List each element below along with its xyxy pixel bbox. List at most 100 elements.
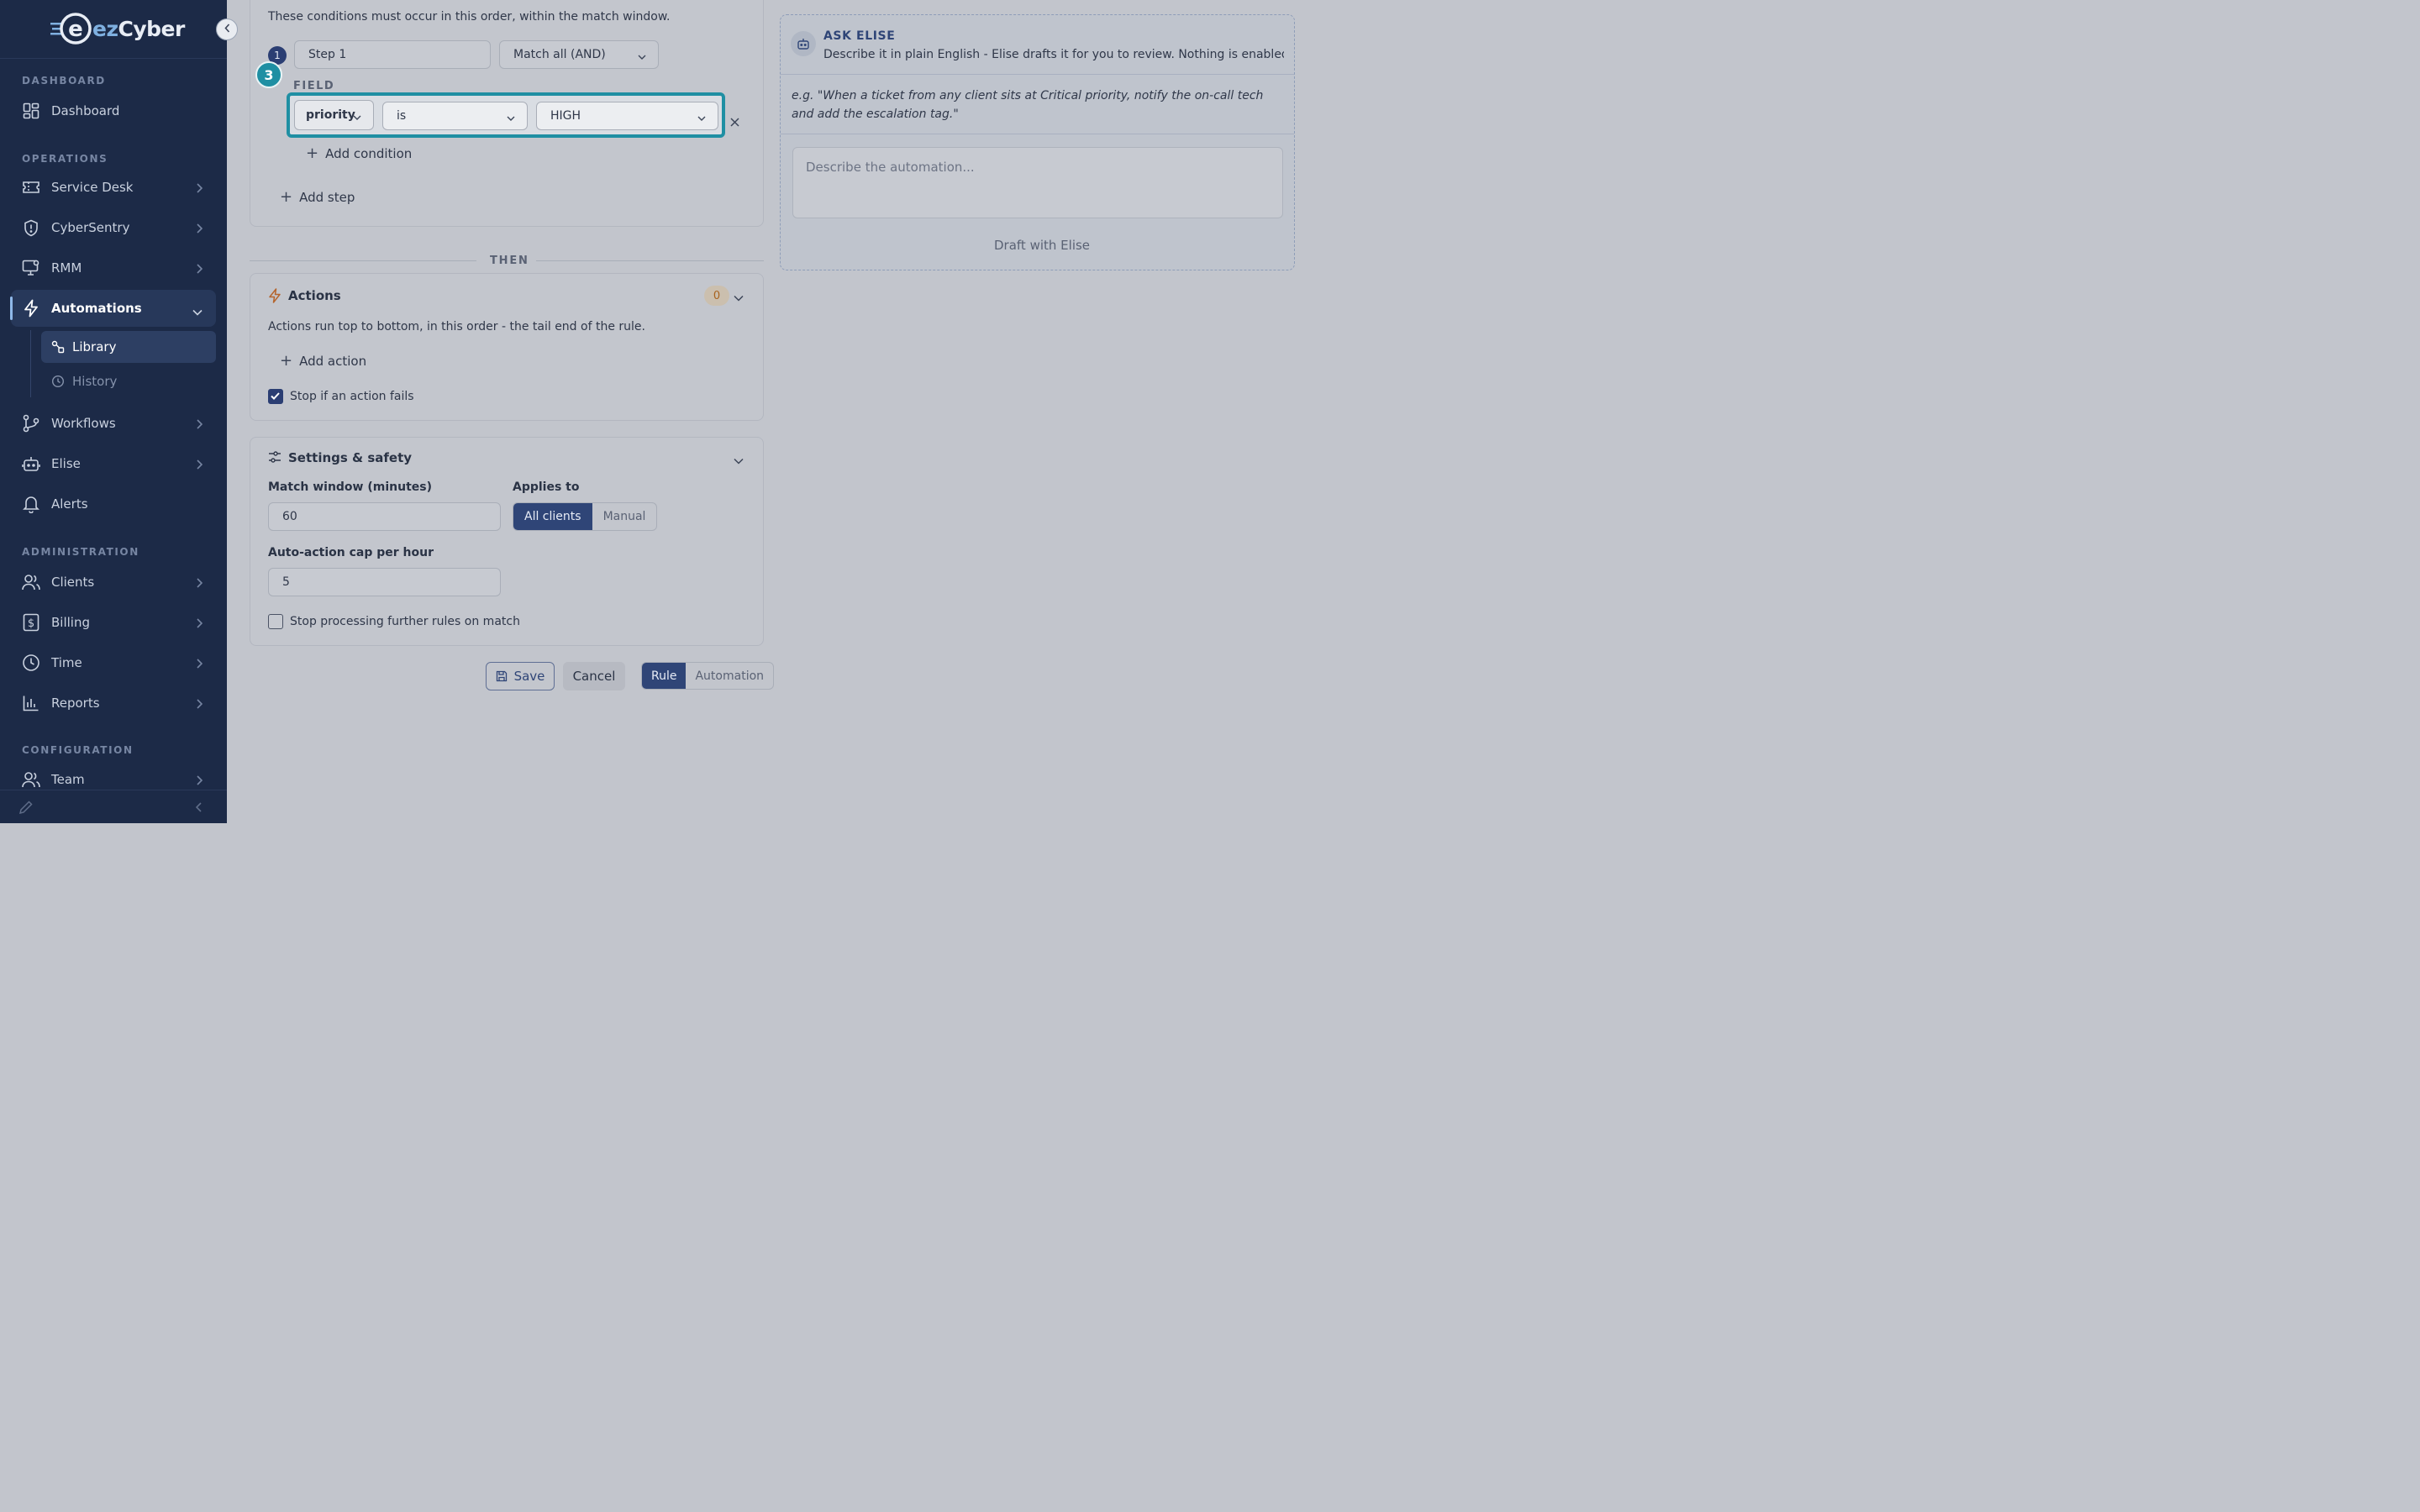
sidebar-item-label: Billing <box>51 615 90 630</box>
monitor-icon <box>22 259 40 277</box>
billing-icon: $ <box>22 613 40 632</box>
workflow-icon <box>22 414 40 433</box>
chevron-right-icon <box>196 262 203 277</box>
chevron-right-icon <box>196 697 203 712</box>
sidebar-item-alerts[interactable]: Alerts <box>11 486 216 522</box>
sidebar-item-reports[interactable]: Reports <box>11 685 216 722</box>
sidebar-collapse-button[interactable] <box>216 18 238 40</box>
match-mode-select[interactable]: Match all (AND) <box>499 40 659 69</box>
condition-value-select[interactable]: HIGH <box>536 102 718 130</box>
brand-name: ezCyber <box>92 16 185 41</box>
match-window-input[interactable]: 60 <box>268 502 501 531</box>
bolt-icon <box>22 299 40 318</box>
chevron-right-icon <box>196 576 203 591</box>
condition-field-value: priority <box>306 108 355 122</box>
chevron-down-icon <box>638 50 646 64</box>
chevron-right-icon <box>196 458 203 473</box>
sidebar-item-label: RMM <box>51 260 82 276</box>
match-mode-value: Match all (AND) <box>513 48 606 61</box>
cap-input[interactable]: 5 <box>268 568 501 596</box>
then-divider-right <box>536 260 764 261</box>
tour-callout-badge: 3 <box>255 61 282 88</box>
step-name-input[interactable]: Step 1 <box>294 40 491 69</box>
sidebar-divider <box>0 58 227 59</box>
sidebar-item-clients[interactable]: Clients <box>11 564 216 601</box>
sidebar-item-label: Alerts <box>51 496 88 512</box>
bar-chart-icon <box>22 694 40 712</box>
sidebar-item-label: Time <box>51 655 82 670</box>
sidebar-item-label: Automations <box>51 301 142 316</box>
sidebar-footer <box>0 790 227 823</box>
ticket-icon <box>22 178 40 197</box>
add-action-button[interactable]: + Add action <box>280 352 366 370</box>
sidebar-item-label: CyberSentry <box>51 220 130 235</box>
chevron-down-icon <box>353 111 361 124</box>
chevron-left-icon <box>224 23 230 36</box>
sidebar-item-workflows[interactable]: Workflows <box>11 405 216 442</box>
draft-with-elise-button[interactable]: Draft with Elise <box>994 238 1090 253</box>
save-icon <box>496 670 508 682</box>
robot-icon <box>791 31 816 56</box>
chevron-left-icon[interactable] <box>195 802 203 816</box>
mode-automation[interactable]: Automation <box>686 663 773 689</box>
plus-icon: + <box>280 188 293 206</box>
chevron-down-icon[interactable] <box>734 291 744 305</box>
mode-toggle: Rule Automation <box>641 662 775 690</box>
then-label: THEN <box>490 255 529 267</box>
elise-divider <box>781 74 1294 75</box>
stop-on-fail-label: Stop if an action fails <box>290 390 414 403</box>
logo-mark-icon: e <box>50 12 92 45</box>
brand-logo[interactable]: e ezCyber <box>50 12 185 45</box>
sliders-icon <box>268 450 281 467</box>
sidebar: e ezCyber DASHBOARD Dashboard OPERATIONS… <box>0 0 227 823</box>
actions-description: Actions run top to bottom, in this order… <box>268 320 645 333</box>
condition-field-select[interactable]: priority <box>294 100 374 130</box>
section-configuration: CONFIGURATION <box>22 744 134 756</box>
clock-icon <box>22 654 40 672</box>
clock-icon <box>51 375 65 388</box>
match-window-label: Match window (minutes) <box>268 480 432 494</box>
settings-title: Settings & safety <box>288 450 413 465</box>
field-label: FIELD <box>293 80 335 92</box>
applies-to-toggle: All clients Manual <box>513 502 658 531</box>
sidebar-item-automations[interactable]: Automations <box>10 290 216 327</box>
chevron-down-icon <box>507 112 515 125</box>
actions-count-badge: 0 <box>704 286 729 306</box>
automation-description-input[interactable]: Describe the automation... <box>792 147 1283 218</box>
plus-icon: + <box>280 352 293 370</box>
sidebar-item-label: Reports <box>51 696 100 711</box>
add-step-button[interactable]: + Add step <box>280 188 355 206</box>
ask-elise-subtitle: Describe it in plain English - Elise dra… <box>823 48 1284 61</box>
condition-operator-select[interactable]: is <box>382 102 528 130</box>
sidebar-item-dashboard[interactable]: Dashboard <box>11 92 216 129</box>
chevron-right-icon <box>196 774 203 789</box>
add-condition-button[interactable]: + Add condition <box>306 144 412 162</box>
chevron-down-icon <box>697 112 706 125</box>
ask-elise-title: ASK ELISE <box>823 29 896 43</box>
sidebar-item-elise[interactable]: Elise <box>11 445 216 482</box>
stop-on-fail-checkbox[interactable] <box>268 389 283 404</box>
sidebar-item-billing[interactable]: $ Billing <box>11 604 216 641</box>
pencil-icon[interactable] <box>18 800 34 818</box>
sidebar-item-cybersentry[interactable]: CyberSentry <box>11 209 216 246</box>
save-button[interactable]: Save <box>486 662 555 690</box>
section-dashboard: DASHBOARD <box>22 75 106 87</box>
sidebar-subitem-library[interactable]: Library <box>41 331 216 363</box>
sidebar-item-service-desk[interactable]: Service Desk <box>11 169 216 206</box>
sidebar-subitem-label: Library <box>72 339 117 354</box>
applies-to-manual[interactable]: Manual <box>592 503 657 530</box>
stop-processing-checkbox[interactable] <box>268 614 283 629</box>
bolt-icon <box>268 288 281 307</box>
cancel-button[interactable]: Cancel <box>563 662 625 690</box>
mode-rule[interactable]: Rule <box>642 663 687 689</box>
sidebar-item-rmm[interactable]: RMM <box>11 249 216 286</box>
sidebar-item-label: Workflows <box>51 416 116 431</box>
chevron-down-icon[interactable] <box>734 454 744 468</box>
svg-text:$: $ <box>28 617 34 630</box>
applies-to-all-clients[interactable]: All clients <box>513 503 592 530</box>
chevron-right-icon <box>196 222 203 237</box>
remove-condition-icon[interactable] <box>730 117 739 130</box>
sidebar-item-time[interactable]: Time <box>11 644 216 681</box>
sidebar-subitem-history[interactable]: History <box>41 365 216 397</box>
sidebar-subitem-label: History <box>72 374 118 389</box>
